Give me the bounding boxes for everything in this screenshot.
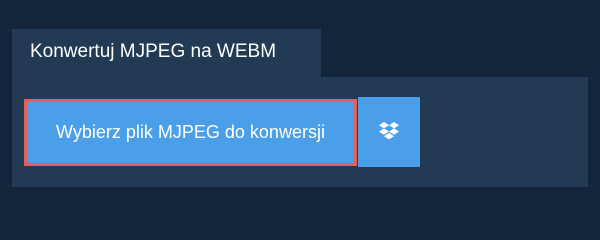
- select-file-button[interactable]: Wybierz plik MJPEG do konwersji: [24, 99, 357, 166]
- dropbox-button[interactable]: [358, 97, 420, 167]
- tab-convert[interactable]: Konwertuj MJPEG na WEBM: [12, 29, 321, 77]
- tab-label: Konwertuj MJPEG na WEBM: [30, 41, 277, 62]
- dropbox-icon: [379, 122, 399, 140]
- select-file-label: Wybierz plik MJPEG do konwersji: [56, 122, 325, 142]
